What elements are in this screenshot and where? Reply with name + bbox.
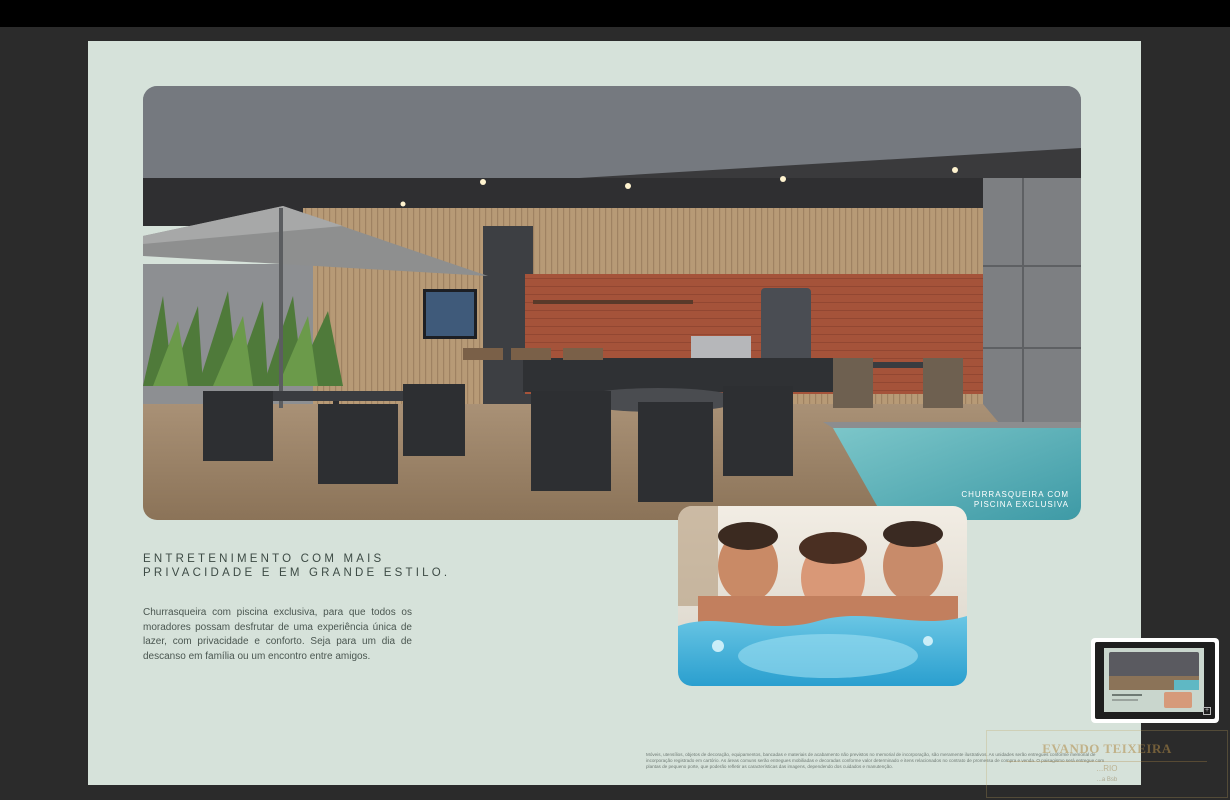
family-pool-photo (678, 506, 967, 686)
heading-line1: ENTRETENIMENTO COM MAIS (143, 553, 385, 565)
expand-icon[interactable]: + (1203, 707, 1211, 715)
watermark-divider (1007, 761, 1207, 762)
thumbnail-frame: + (1095, 642, 1215, 719)
viewer-top-bar (0, 0, 1230, 27)
watermark-subtitle-2: ...a Bsb (1096, 777, 1118, 783)
hero-caption-line1: CHURRASQUEIRA COM (961, 490, 1069, 499)
pool-photo-illustration (678, 506, 967, 686)
brochure-page: CHURRASQUEIRA COM PISCINA EXCLUSIVA ENTR… (88, 41, 1141, 785)
page-thumbnail-preview[interactable]: + (1091, 638, 1219, 723)
section-body-text: Churrasqueira com piscina exclusiva, par… (143, 607, 412, 662)
hero-caption: CHURRASQUEIRA COM PISCINA EXCLUSIVA (961, 490, 1069, 510)
hero-render-image: CHURRASQUEIRA COM PISCINA EXCLUSIVA (143, 86, 1081, 520)
thumbnail-page (1104, 648, 1204, 712)
hero-caption-line2: PISCINA EXCLUSIVA (973, 500, 1069, 509)
heading-line2: PRIVACIDADE E EM GRANDE ESTILO. (143, 567, 451, 579)
watermark-name: EVANDO TEIXEIRA (1042, 741, 1172, 756)
watermark-stamp: EVANDO TEIXEIRA ...RIO ...a Bsb (986, 730, 1228, 798)
watermark-subtitle: ...RIO (1096, 764, 1118, 773)
thumbnail-page-miniature (1109, 652, 1199, 708)
section-heading: ENTRETENIMENTO COM MAIS PRIVACIDADE E EM… (143, 552, 543, 580)
barbecue-area-illustration (143, 86, 1081, 520)
